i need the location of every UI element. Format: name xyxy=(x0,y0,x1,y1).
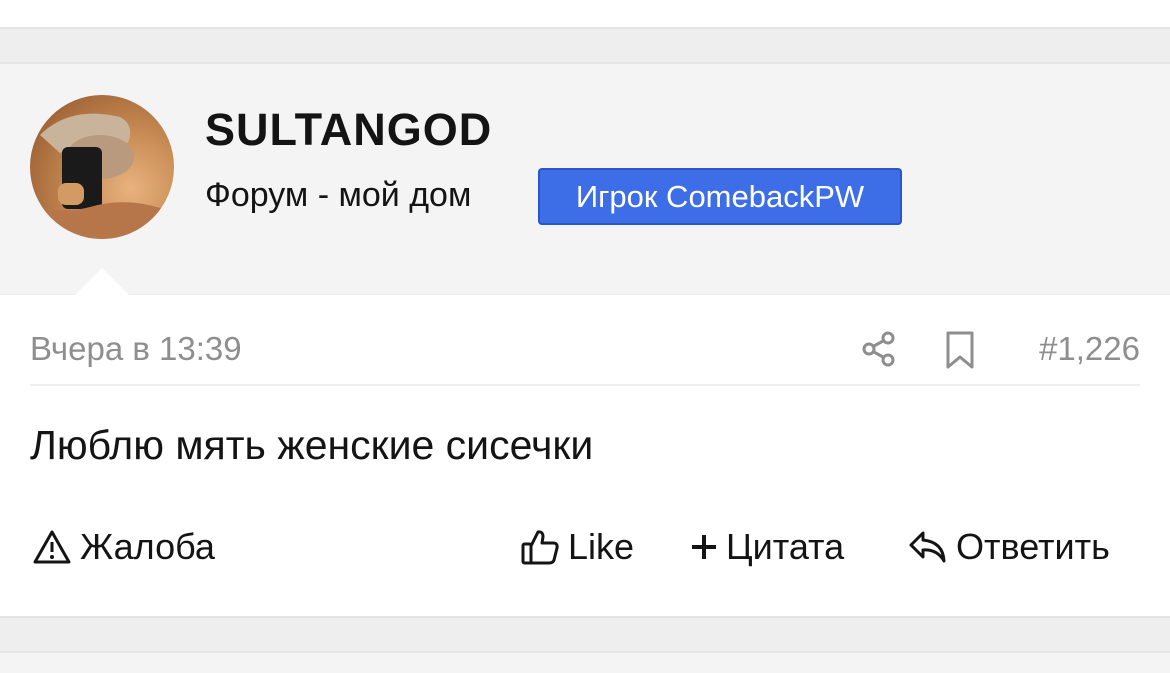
quote-button[interactable]: Цитата xyxy=(690,526,844,568)
user-title: Форум - мой дом xyxy=(205,176,472,214)
post-meta-row: Вчера в 13:39 #1,226 xyxy=(30,326,1140,386)
plus-icon xyxy=(692,535,716,559)
avatar-photo-icon xyxy=(30,113,174,239)
reply-button-label: Ответить xyxy=(956,526,1110,567)
reply-button[interactable]: Ответить xyxy=(908,526,1110,568)
quote-button-label: Цитата xyxy=(726,526,845,567)
post-number-link[interactable]: #1,226 xyxy=(1039,330,1140,368)
like-button-label: Like xyxy=(568,526,635,567)
forum-post: SULTANGOD Форум - мой дом Игрок Comeback… xyxy=(0,62,1170,618)
user-group-badge: Игрок ComebackPW xyxy=(538,168,902,225)
warning-triangle-icon xyxy=(33,530,71,564)
post-date[interactable]: Вчера в 13:39 xyxy=(30,330,242,368)
post-message-text: Люблю мять женские сисечки xyxy=(30,422,594,468)
post-actions-bar: Жалоба Like Цитата Ответить xyxy=(0,526,1170,576)
avatar[interactable] xyxy=(30,95,174,239)
post-author-block: SULTANGOD Форум - мой дом Игрок Comeback… xyxy=(0,64,1170,295)
next-post-edge xyxy=(0,651,1170,673)
report-button-label: Жалоба xyxy=(80,526,215,567)
thumbs-up-icon xyxy=(521,530,559,565)
author-pointer-arrow xyxy=(75,268,129,295)
report-button[interactable]: Жалоба xyxy=(32,526,215,568)
previous-post-edge xyxy=(0,0,1170,29)
bookmark-icon[interactable] xyxy=(942,330,978,370)
reply-arrow-icon xyxy=(909,531,946,563)
like-button[interactable]: Like xyxy=(520,526,634,568)
share-icon[interactable] xyxy=(860,330,898,368)
username[interactable]: SULTANGOD xyxy=(205,104,492,156)
